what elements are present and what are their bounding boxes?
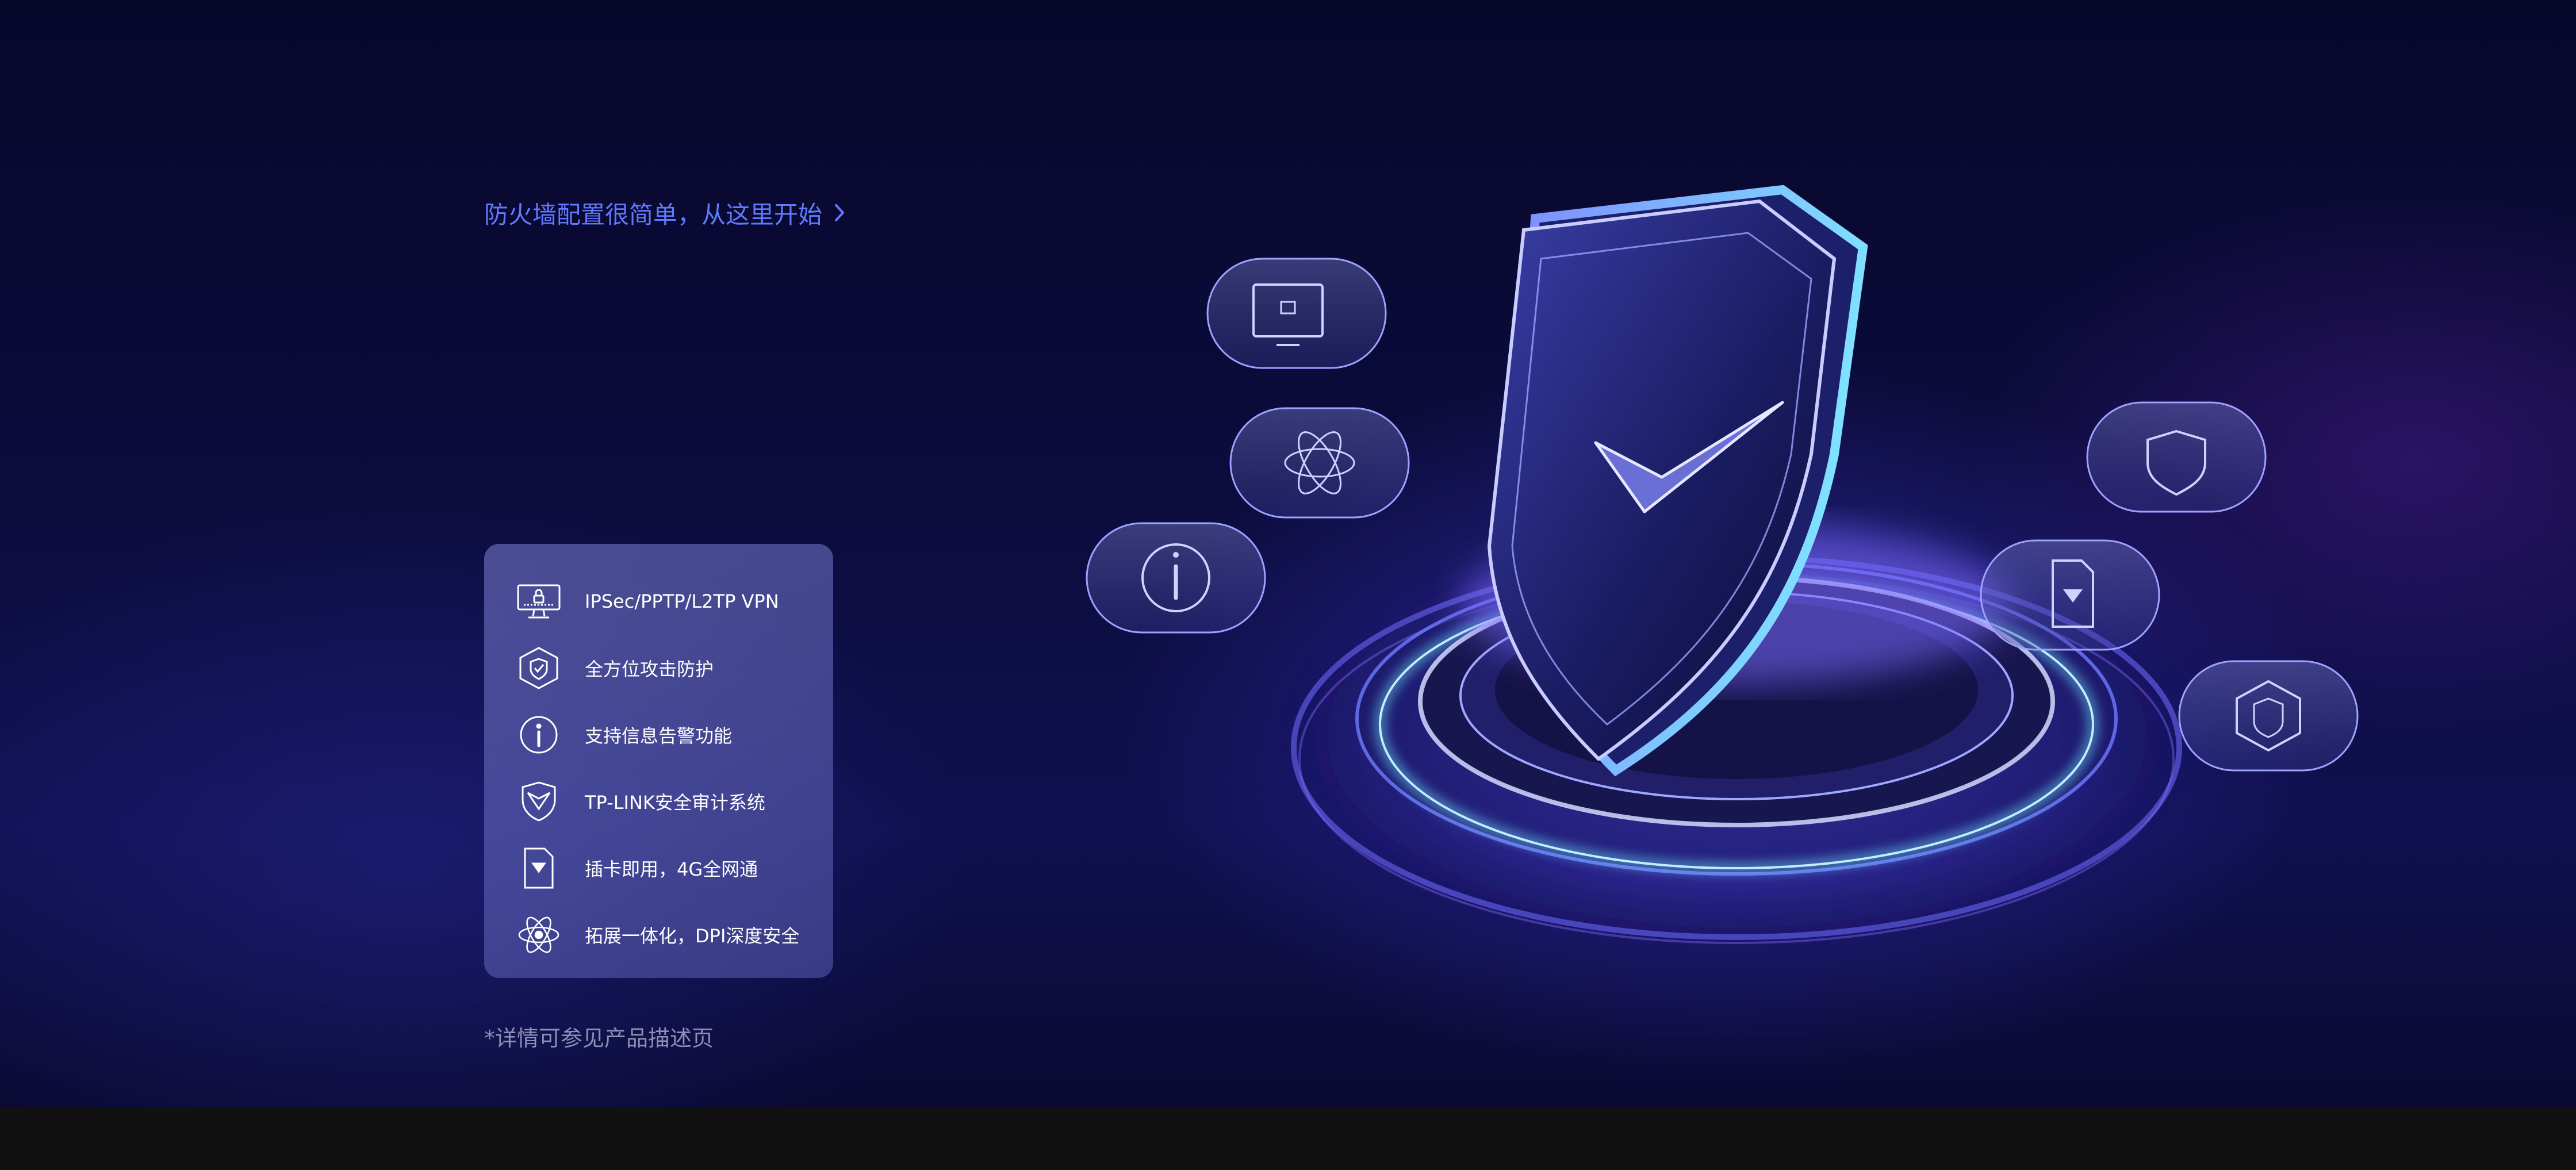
feature-item-4g: 插卡即用，4G全网通 (516, 845, 833, 891)
hero-banner: 防火墙配置很简单，从这里开始 IPSec/PPTP/L2TP VPN 全方位攻击… (0, 0, 2576, 1107)
feature-item-dpi: 拓展一体化，DPI深度安全 (516, 912, 833, 958)
hexagon-shield-icon (516, 645, 562, 691)
shield-illustration (1064, 155, 2398, 1052)
feature-label: 支持信息告警功能 (585, 725, 733, 747)
footnote: *详情可参见产品描述页 (484, 1026, 714, 1051)
sim-card-icon (516, 845, 562, 891)
feature-label: 全方位攻击防护 (585, 658, 714, 680)
feature-item-attack-protection: 全方位攻击防护 (516, 645, 833, 691)
feature-card: IPSec/PPTP/L2TP VPN 全方位攻击防护 支持信息告警功能 TP-… (484, 544, 833, 978)
bottom-band (0, 1107, 2576, 1170)
firewall-config-link-label: 防火墙配置很简单，从这里开始 (484, 200, 823, 229)
vpn-monitor-icon (516, 578, 562, 624)
firewall-config-link[interactable]: 防火墙配置很简单，从这里开始 (484, 195, 845, 230)
feature-label: 拓展一体化，DPI深度安全 (585, 925, 800, 947)
feature-item-vpn: IPSec/PPTP/L2TP VPN (516, 578, 833, 624)
info-icon (516, 712, 562, 758)
feature-item-audit: TP-LINK安全审计系统 (516, 778, 833, 824)
feature-label: TP-LINK安全审计系统 (585, 792, 765, 814)
feature-label: IPSec/PPTP/L2TP VPN (585, 590, 779, 612)
atom-dpi-icon (516, 912, 562, 958)
chevron-right-icon (834, 203, 845, 223)
feature-label: 插卡即用，4G全网通 (585, 858, 758, 880)
shield-check-icon (516, 778, 562, 824)
feature-item-alerts: 支持信息告警功能 (516, 712, 833, 758)
